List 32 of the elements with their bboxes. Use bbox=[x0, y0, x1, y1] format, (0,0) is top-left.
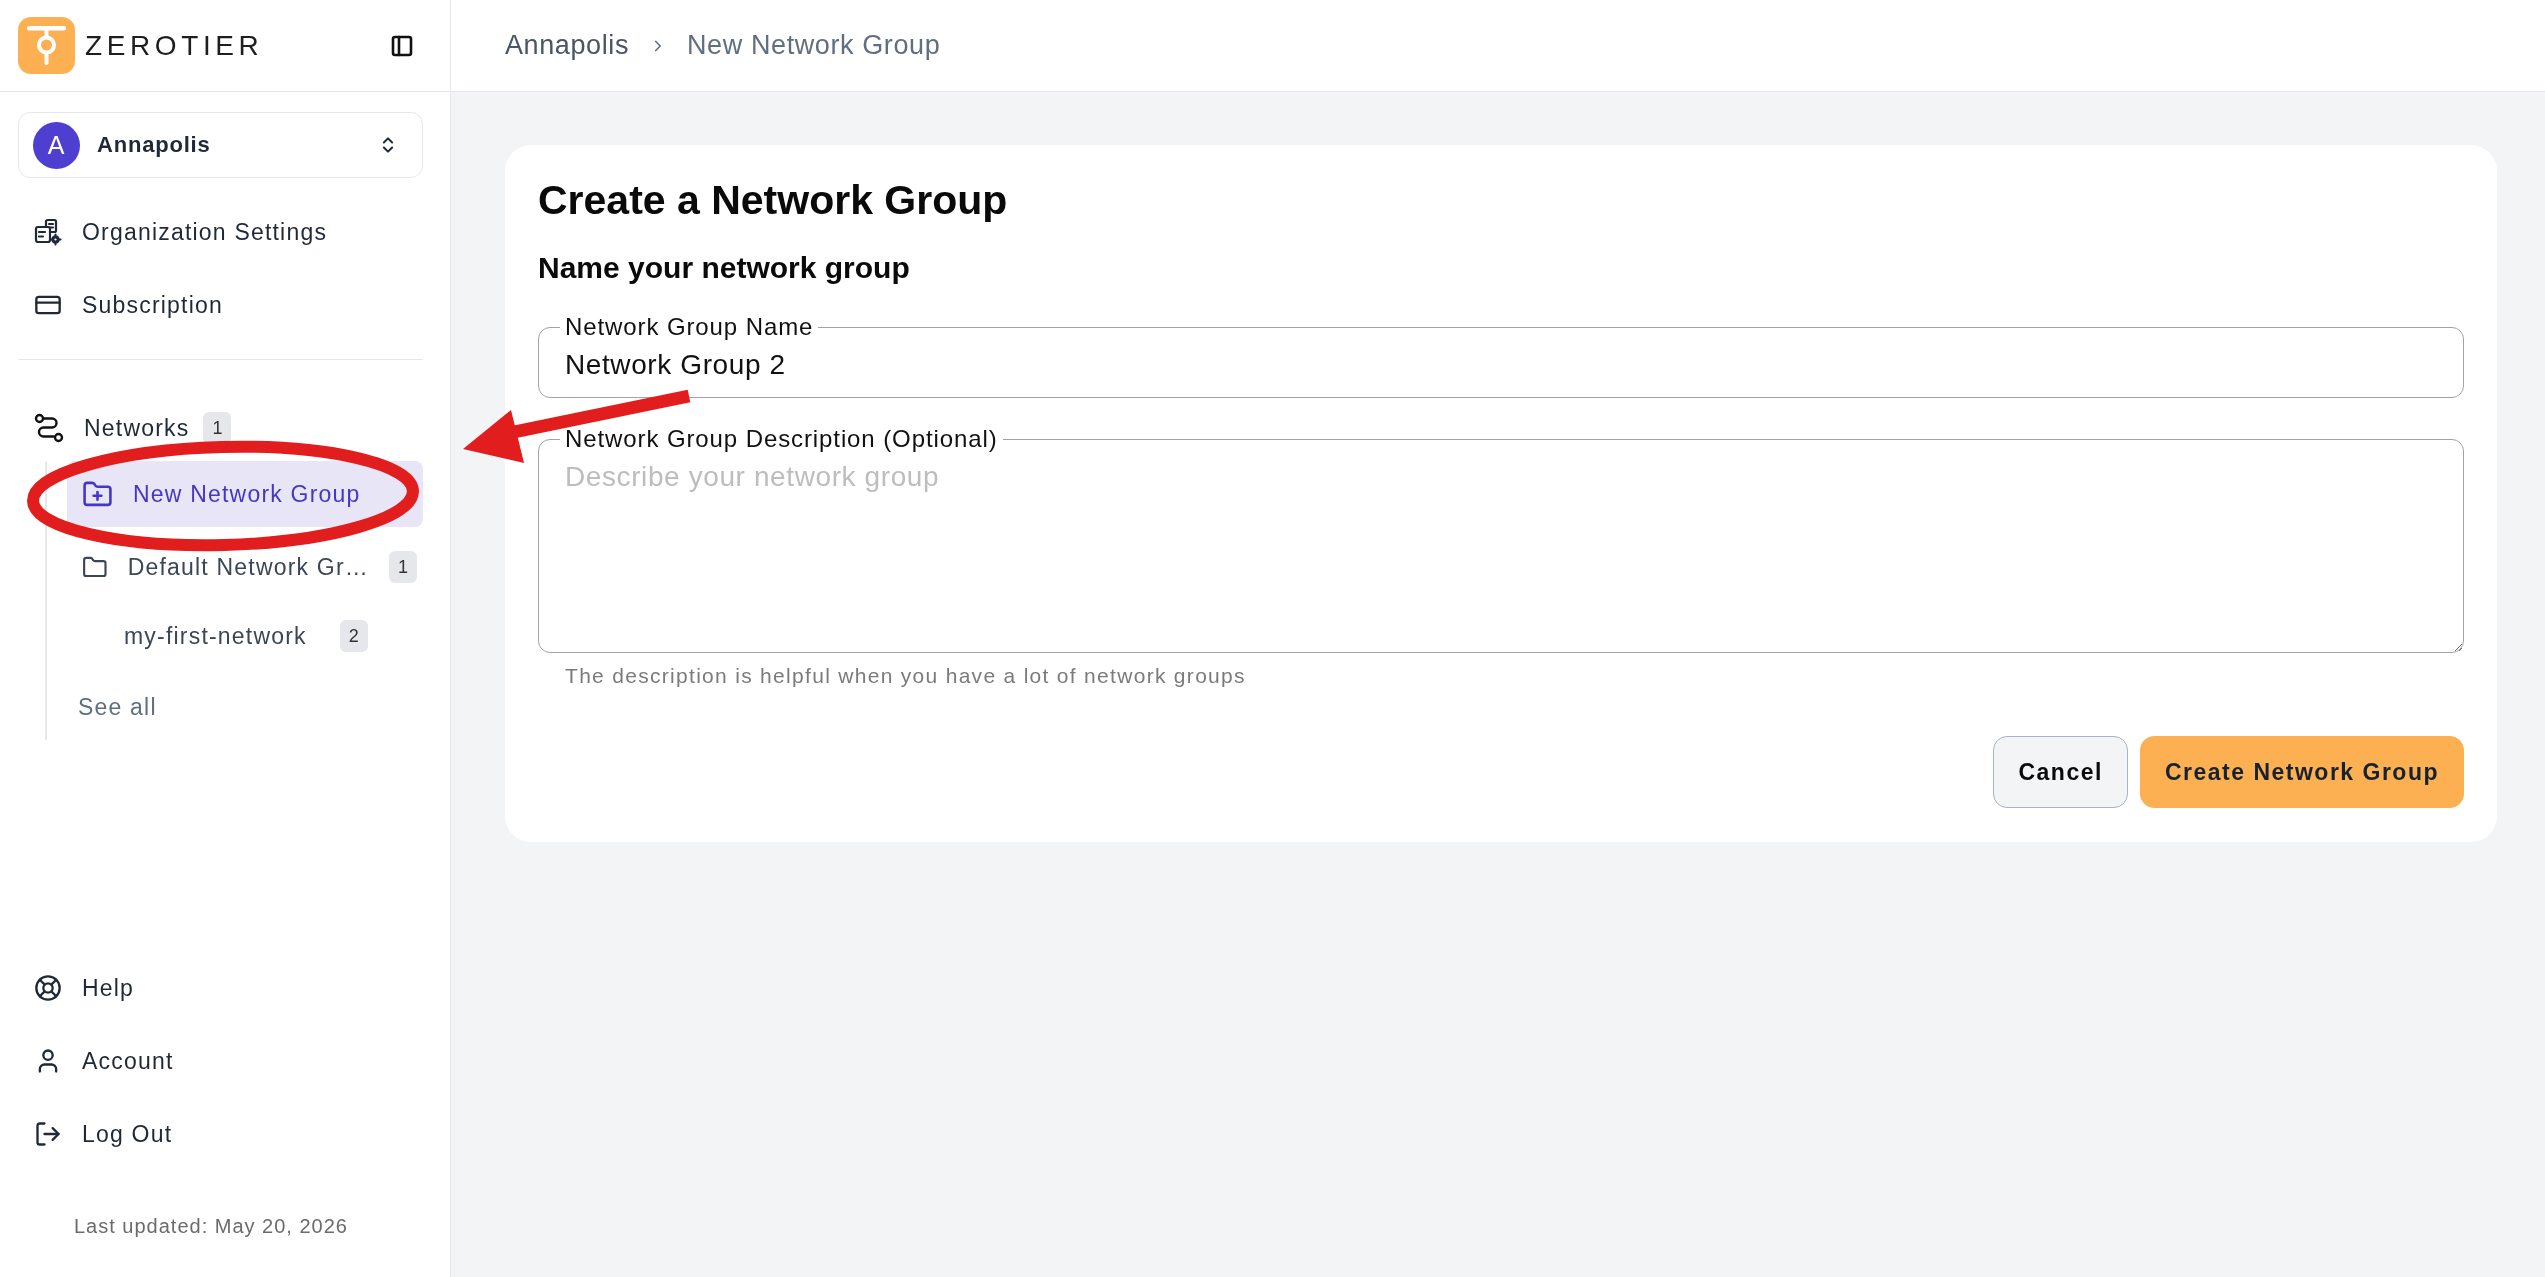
form-title: Create a Network Group bbox=[538, 176, 1009, 225]
org-switcher[interactable]: A Annapolis bbox=[18, 112, 423, 178]
last-updated-text: Last updated: May 20, 2026 bbox=[73, 1214, 349, 1238]
nav-item[interactable]: Networks 1 bbox=[18, 400, 423, 456]
network-group-item[interactable]: Default Network Gr… 1 bbox=[67, 534, 423, 600]
create-button[interactable]: Create Network Group bbox=[2139, 736, 2464, 808]
network-group-item[interactable]: New Network Group bbox=[67, 461, 423, 527]
nav-item[interactable]: Help bbox=[18, 960, 423, 1016]
route-icon bbox=[34, 413, 64, 443]
see-all-link[interactable]: See all bbox=[67, 674, 157, 740]
settings-icon bbox=[34, 218, 62, 246]
panel-icon[interactable] bbox=[390, 33, 414, 58]
logout-icon bbox=[34, 1120, 62, 1148]
nav-item[interactable]: Subscription bbox=[18, 277, 423, 333]
field-hint: The description is helpful when you have a lot of network groups bbox=[565, 664, 1247, 688]
help-icon bbox=[34, 974, 62, 1002]
cancel-button[interactable]: Cancel bbox=[1993, 736, 2128, 808]
nav-item[interactable]: Organization Settings bbox=[18, 204, 423, 260]
field-label: Network Group Description (Optional) bbox=[560, 427, 1003, 451]
breadcrumb-link[interactable]: Annapolis bbox=[505, 30, 629, 61]
field-label: Network Group Name bbox=[560, 315, 819, 339]
org-avatar: A bbox=[33, 121, 80, 169]
breadcrumb-current-page: New Network Group bbox=[687, 30, 941, 61]
logo-icon bbox=[18, 17, 75, 74]
count-badge: 1 bbox=[203, 412, 232, 444]
count-badge: 1 bbox=[389, 551, 417, 583]
network-item[interactable]: my-first-network 2 bbox=[67, 607, 423, 665]
nav-item[interactable]: Account bbox=[18, 1033, 423, 1089]
section-title: Name your network group bbox=[538, 250, 911, 286]
logo-wordmark: ZEROTIER bbox=[85, 29, 264, 62]
count-badge: 2 bbox=[339, 620, 368, 652]
nav-item[interactable]: Log Out bbox=[18, 1106, 423, 1162]
